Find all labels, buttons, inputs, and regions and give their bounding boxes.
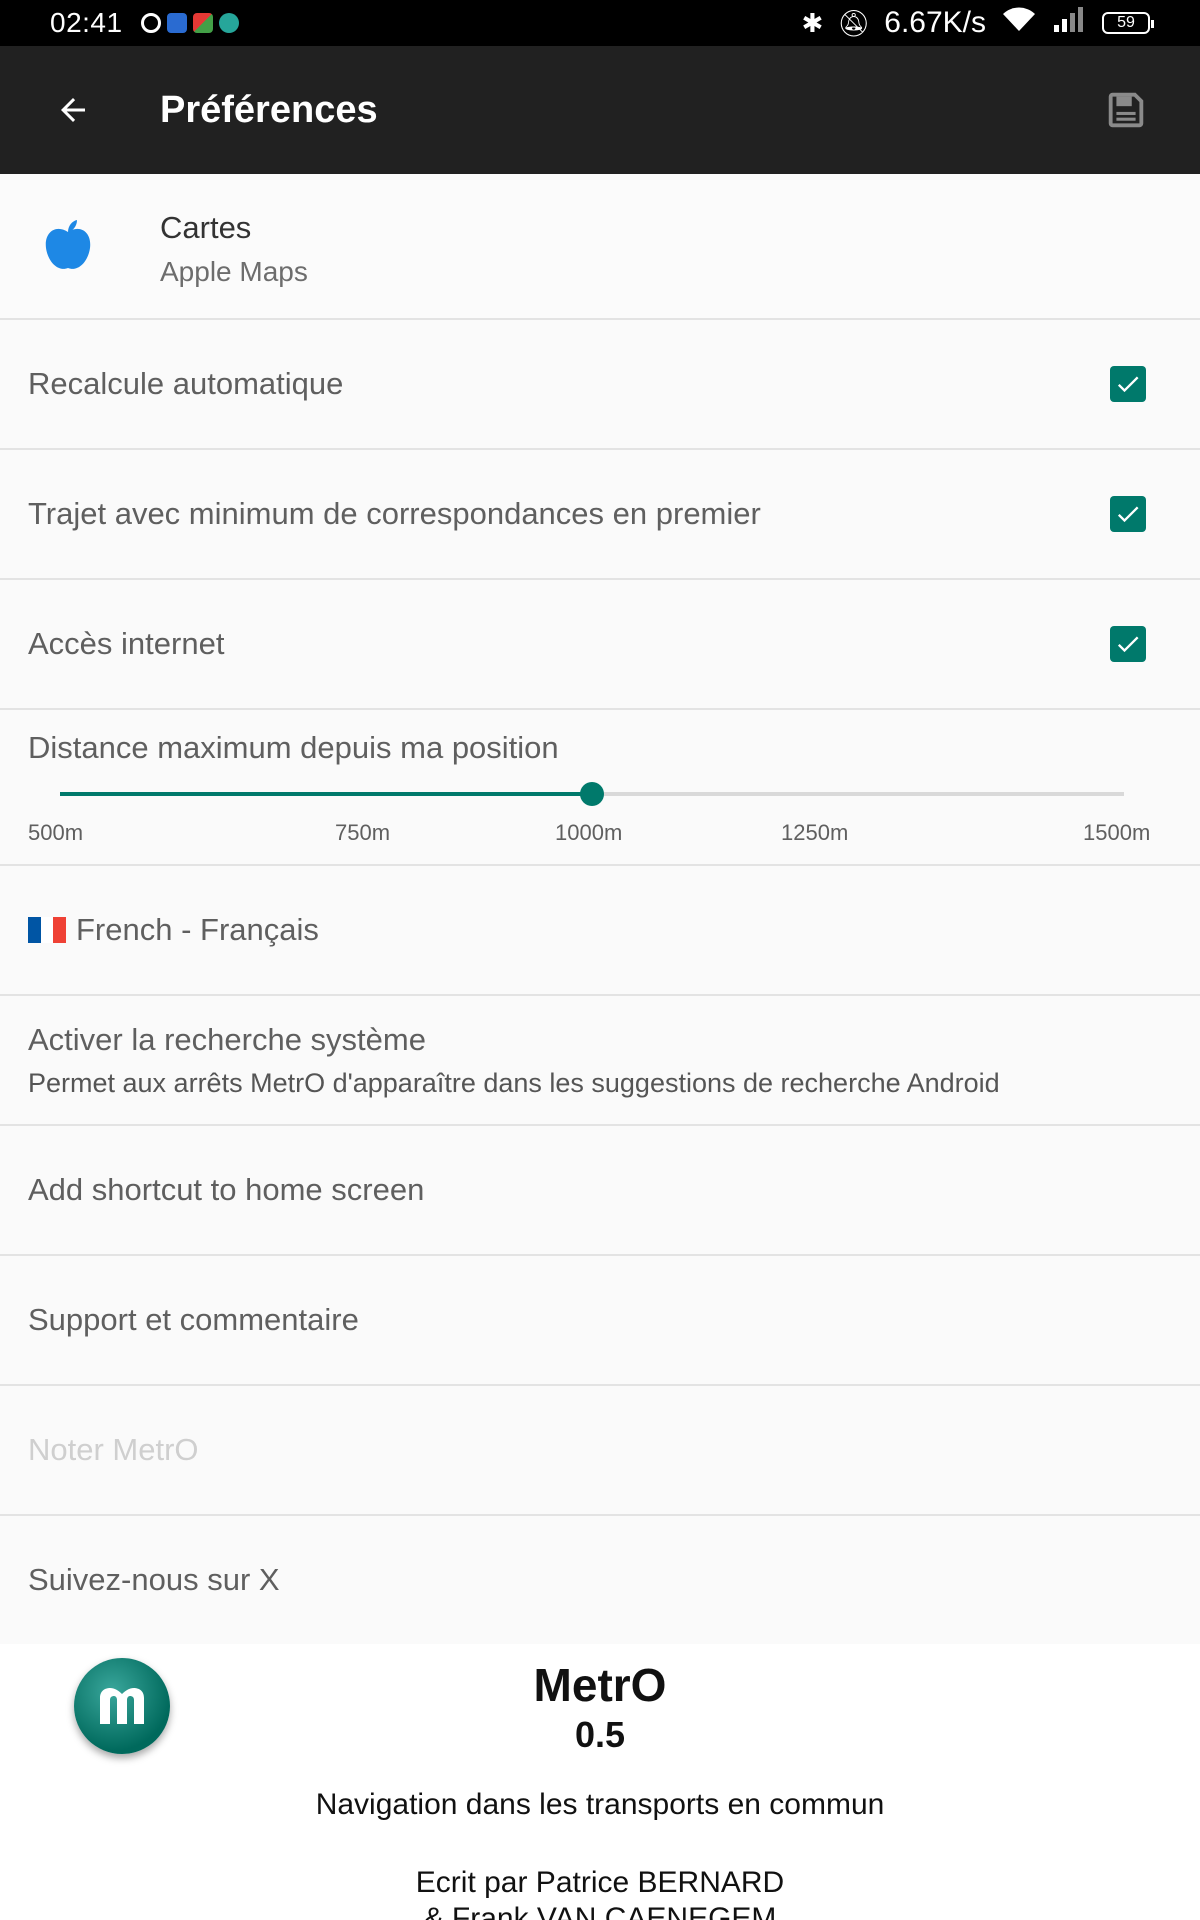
arrow-left-icon: [61, 98, 85, 122]
slider-fill: [60, 792, 592, 796]
system-search-setting[interactable]: Activer la recherche système Permet aux …: [0, 996, 1200, 1126]
save-button[interactable]: [1090, 74, 1162, 146]
network-speed: 6.67K/s: [884, 6, 986, 39]
max-distance-slider[interactable]: [60, 782, 1124, 806]
max-distance-setting: Distance maximum depuis ma position 500m…: [0, 710, 1200, 866]
add-shortcut-label: Add shortcut to home screen: [28, 1172, 425, 1207]
tick-label: 500m: [28, 820, 84, 845]
tick-label: 1500m: [1083, 820, 1151, 845]
tick-label: 1250m: [781, 820, 849, 845]
france-flag-icon: [28, 917, 67, 943]
mute-icon: 🔕︎: [837, 7, 871, 38]
apple-icon: [45, 220, 91, 269]
check-icon: [1117, 376, 1139, 393]
notification-icon: [140, 13, 161, 33]
rate-app-setting: Noter MetrO: [0, 1386, 1200, 1516]
app-description: Navigation dans les transports en commun: [315, 1788, 885, 1821]
status-bar: 02:41 ✱ 🔕︎ 6.67K/s 59: [0, 0, 1200, 46]
wifi-icon: [1000, 5, 1038, 41]
app-author-line-1: Ecrit par Patrice BERNARD: [415, 1866, 785, 1899]
internet-access-label: Accès internet: [28, 626, 225, 661]
preferences-list: Cartes Apple Maps Recalcule automatique …: [0, 174, 1200, 1646]
system-search-label: Activer la recherche système: [28, 1022, 426, 1057]
support-setting[interactable]: Support et commentaire: [0, 1256, 1200, 1386]
min-transfers-checkbox[interactable]: [1110, 496, 1146, 532]
app-author-line-2: & Frank VAN CAENEGEM: [423, 1902, 777, 1920]
status-time: 02:41: [50, 7, 123, 38]
slider-thumb[interactable]: [580, 782, 604, 806]
about-section: MetrO 0.5 Navigation dans les transports…: [0, 1644, 1200, 1920]
min-transfers-label: Trajet avec minimum de correspondances e…: [28, 496, 761, 531]
puzzle-icon: [192, 13, 213, 33]
min-transfers-setting[interactable]: Trajet avec minimum de correspondances e…: [0, 450, 1200, 580]
maps-setting-value: Apple Maps: [160, 256, 308, 287]
internet-access-setting[interactable]: Accès internet: [0, 580, 1200, 710]
check-icon: [1117, 506, 1139, 523]
metro-notification-icon: [218, 13, 239, 33]
auto-recalc-checkbox[interactable]: [1110, 366, 1146, 402]
battery-icon: 59: [1102, 12, 1154, 34]
signal-icon: [1052, 5, 1088, 41]
tick-label: 750m: [335, 820, 391, 845]
tick-label: 1000m: [555, 820, 623, 845]
app-notification-icon: [166, 13, 187, 33]
back-button[interactable]: [0, 46, 146, 174]
app-name: MetrO: [533, 1659, 667, 1711]
bluetooth-icon: ✱: [801, 7, 824, 38]
maps-setting-title: Cartes: [160, 210, 252, 245]
auto-recalc-setting[interactable]: Recalcule automatique: [0, 320, 1200, 450]
auto-recalc-label: Recalcule automatique: [28, 366, 344, 401]
language-label: French - Français: [76, 912, 319, 947]
follow-x-label: Suivez-nous sur X: [28, 1562, 280, 1597]
follow-x-setting[interactable]: Suivez-nous sur X: [0, 1516, 1200, 1646]
support-label: Support et commentaire: [28, 1302, 359, 1337]
slider-ticks: 500m 750m 1000m 1250m 1500m: [0, 820, 1200, 850]
language-setting[interactable]: French - Français: [0, 866, 1200, 996]
max-distance-label: Distance maximum depuis ma position: [28, 730, 559, 765]
floppy-disk-icon: [1108, 92, 1144, 128]
app-version: 0.5: [574, 1714, 626, 1755]
add-shortcut-setting[interactable]: Add shortcut to home screen: [0, 1126, 1200, 1256]
app-bar: Préférences: [0, 46, 1200, 174]
internet-access-checkbox[interactable]: [1110, 626, 1146, 662]
maps-setting[interactable]: Cartes Apple Maps: [0, 174, 1200, 320]
page-title: Préférences: [160, 88, 378, 131]
system-search-description: Permet aux arrêts MetrO d'apparaître dan…: [28, 1068, 1000, 1098]
check-icon: [1117, 636, 1139, 653]
rate-app-label: Noter MetrO: [28, 1432, 199, 1467]
